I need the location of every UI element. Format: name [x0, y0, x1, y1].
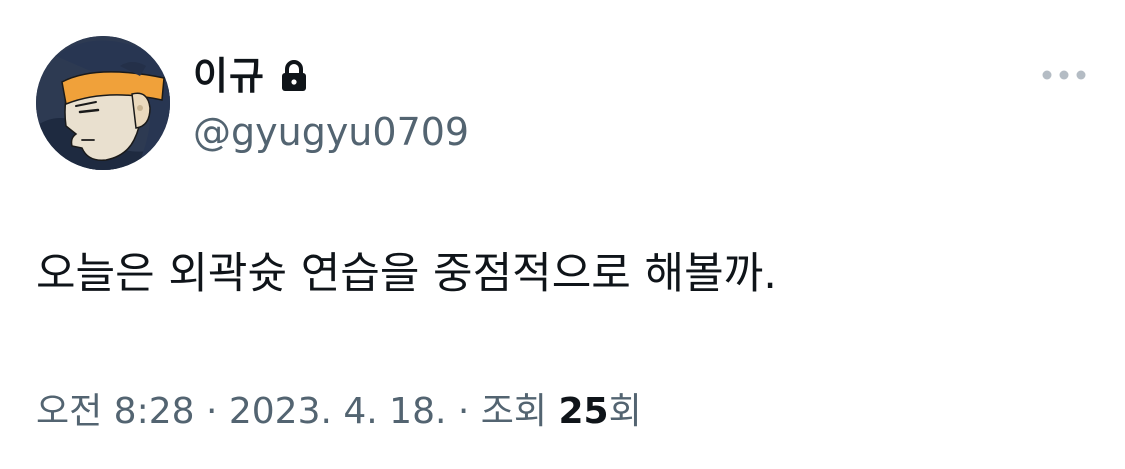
- avatar[interactable]: [36, 36, 170, 170]
- meta-separator: ·: [446, 391, 481, 432]
- user-handle[interactable]: @gyugyu0709: [193, 108, 469, 156]
- avatar-image: [36, 36, 170, 170]
- tweet-meta: 오전 8:28 · 2023. 4. 18. · 조회 25회: [36, 386, 642, 438]
- lock-icon: [279, 59, 309, 93]
- more-options-button[interactable]: [1036, 58, 1092, 92]
- more-horizontal-icon: [1042, 70, 1086, 80]
- views-count: 25: [558, 391, 609, 432]
- tweet-date[interactable]: 2023. 4. 18.: [229, 391, 447, 432]
- views-suffix: 회: [608, 391, 642, 432]
- tweet-time[interactable]: 오전 8:28: [36, 391, 195, 432]
- display-name-row: 이규: [193, 50, 309, 102]
- tweet-card: 이규 @gyugyu0709 오늘은 외곽슛 연습을 중점적으로 해볼까. 오전…: [0, 0, 1125, 469]
- views-label: 조회: [480, 391, 559, 432]
- display-name[interactable]: 이규: [193, 50, 265, 102]
- meta-separator: ·: [194, 391, 229, 432]
- tweet-text: 오늘은 외곽슛 연습을 중점적으로 해볼까.: [36, 249, 777, 299]
